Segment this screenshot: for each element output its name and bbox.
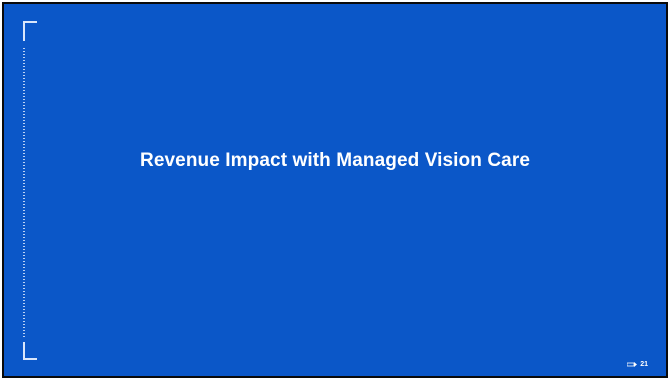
page-number-label: 21 (640, 361, 648, 368)
slide: Revenue Impact with Managed Vision Care … (2, 2, 668, 378)
page-number: 21 (627, 361, 648, 368)
bottom-left-bracket (23, 340, 39, 360)
dashed-vertical-rule (23, 48, 25, 338)
top-left-bracket (23, 21, 39, 43)
slide-title: Revenue Impact with Managed Vision Care (140, 150, 530, 171)
arrow-icon (627, 362, 638, 367)
